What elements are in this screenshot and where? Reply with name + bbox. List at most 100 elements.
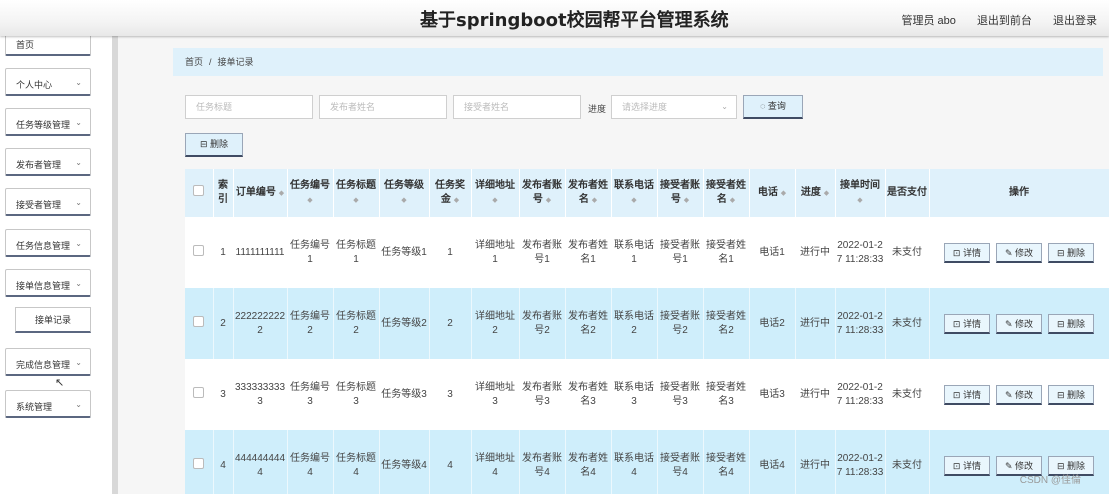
delete-button[interactable]: ⊟ 删除 [1048, 313, 1095, 334]
cell-operations: ⊡ 详情 ✎ 修改 ⊟ 删除 [929, 288, 1109, 359]
sort-icon[interactable]: ◆ [401, 197, 406, 204]
col-header[interactable]: 任务等级 ◆ [379, 169, 430, 217]
mouse-cursor-icon: ↖ [55, 377, 65, 389]
sort-icon[interactable]: ◆ [857, 197, 862, 204]
cell-task-no: 任务编号1 [287, 217, 334, 288]
col-header: 索引 [213, 169, 234, 217]
sidebar-item-order-info[interactable]: 接单信息管理 ⌄ [5, 269, 91, 297]
table-row: 1 1111111111 任务编号1 任务标题1 任务等级1 1 详细地址1 发布者账号1 发布… [185, 217, 1109, 288]
delete-batch-button[interactable]: ⊟ 删除 [185, 133, 243, 157]
edit-button[interactable]: ✎ 修改 [995, 242, 1043, 263]
cell-rec-name: 接受者姓名4 [703, 430, 750, 494]
cell-order: 4444444444 [233, 430, 288, 494]
breadcrumb-home[interactable]: 首页 [185, 57, 203, 67]
checkbox-icon [193, 457, 205, 469]
sidebar-subitem-order-record[interactable]: 接单记录 [15, 307, 91, 333]
sidebar-item-personal-center[interactable]: 个人中心 ⌄ [5, 68, 91, 96]
row-checkbox[interactable] [185, 288, 214, 359]
col-header[interactable]: 任务编号 ◆ [287, 169, 334, 217]
chevron-down-icon: ⌄ [75, 358, 82, 367]
chevron-down-icon: ⌄ [75, 118, 82, 127]
col-header[interactable]: 接受者姓名 ◆ [703, 169, 750, 217]
sidebar-item-task-level[interactable]: 任务等级管理 ⌄ [5, 108, 91, 136]
cell-address: 详细地址4 [471, 430, 520, 494]
sidebar-item-receiver[interactable]: 接受者管理 ⌄ [5, 188, 91, 216]
sort-icon[interactable]: ◆ [307, 197, 312, 204]
sidebar-item-completion-info[interactable]: 完成信息管理 ⌄ [5, 348, 91, 376]
cell-task-no: 任务编号4 [287, 430, 334, 494]
publisher-name-search-input[interactable]: 发布者姓名 [319, 95, 447, 119]
table-header-row: 索引 订单编号 ◆ 任务编号 ◆ 任务标题 ◆ 任务等级 ◆ 任务奖金 ◆ 详细… [185, 169, 1109, 217]
logout-link[interactable]: 退出登录 [1053, 15, 1097, 27]
cell-time: 2022-01-27 11:28:33 [835, 217, 886, 288]
cell-reward: 1 [429, 217, 472, 288]
sort-icon[interactable]: ◆ [454, 197, 459, 204]
row-checkbox[interactable] [185, 217, 214, 288]
col-header[interactable]: 电话 ◆ [749, 169, 796, 217]
col-header[interactable]: 任务标题 ◆ [333, 169, 380, 217]
cell-contact: 联系电话2 [611, 288, 658, 359]
cell-rec-name: 接受者姓名3 [703, 359, 750, 430]
col-header[interactable]: 发布者姓名 ◆ [565, 169, 612, 217]
cell-pub-acct: 发布者账号1 [519, 217, 566, 288]
edit-button[interactable]: ✎ 修改 [995, 313, 1043, 334]
back-to-front-link[interactable]: 退出到前台 [977, 15, 1032, 27]
sort-icon[interactable]: ◆ [279, 190, 284, 197]
progress-select[interactable]: 请选择进度 ⌄ [611, 95, 737, 119]
col-header[interactable]: 进度 ◆ [795, 169, 836, 217]
cell-paid: 未支付 [885, 217, 930, 288]
sort-icon[interactable]: ◆ [824, 190, 829, 197]
checkbox-icon [193, 244, 205, 256]
col-header-label: 接受者账号 [660, 179, 700, 205]
sort-icon[interactable]: ◆ [492, 197, 497, 204]
sidebar-item-publisher[interactable]: 发布者管理 ⌄ [5, 148, 91, 176]
sort-icon[interactable]: ◆ [684, 197, 689, 204]
sort-icon[interactable]: ◆ [781, 190, 786, 197]
col-header[interactable]: 详细地址 ◆ [471, 169, 520, 217]
query-button[interactable]: ◌ 查询 [743, 95, 803, 119]
col-header[interactable]: 任务奖金 ◆ [429, 169, 472, 217]
detail-button[interactable]: ⊡ 详情 [943, 242, 990, 263]
col-header-label: 联系电话 [614, 179, 654, 191]
cell-idx: 1 [213, 217, 234, 288]
sort-icon[interactable]: ◆ [730, 197, 735, 204]
col-header[interactable]: 发布者账号 ◆ [519, 169, 566, 217]
delete-button[interactable]: ⊟ 删除 [1048, 384, 1095, 405]
chevron-down-icon: ⌄ [75, 279, 82, 288]
cell-progress: 进行中 [795, 217, 836, 288]
sort-icon[interactable]: ◆ [353, 197, 358, 204]
detail-button[interactable]: ⊡ 详情 [943, 455, 990, 476]
select-all-checkbox[interactable] [185, 169, 214, 217]
app-title: 基于springboot校园帮平台管理系统 [420, 10, 729, 31]
sort-icon[interactable]: ◆ [546, 197, 551, 204]
col-header-label: 接单时间 [840, 179, 880, 191]
detail-button[interactable]: ⊡ 详情 [943, 384, 990, 405]
sort-icon[interactable]: ◆ [631, 197, 636, 204]
col-header-label: 详细地址 [475, 179, 515, 191]
row-checkbox[interactable] [185, 430, 214, 494]
cell-pub-acct: 发布者账号3 [519, 359, 566, 430]
table-row: 4 4444444444 任务编号4 任务标题4 任务等级4 4 详细地址4 发布者账号4 发布… [185, 430, 1109, 494]
col-header-label: 进度 [800, 186, 821, 198]
col-header[interactable]: 联系电话 ◆ [611, 169, 658, 217]
cell-idx: 2 [213, 288, 234, 359]
task-title-search-input[interactable]: 任务标题 [185, 95, 313, 119]
sort-icon[interactable]: ◆ [592, 197, 597, 204]
row-checkbox[interactable] [185, 359, 214, 430]
edit-button[interactable]: ✎ 修改 [995, 384, 1043, 405]
delete-button[interactable]: ⊟ 删除 [1048, 242, 1095, 263]
sidebar-item-system[interactable]: 系统管理 ⌄ [5, 390, 91, 418]
cell-time: 2022-01-27 11:28:33 [835, 430, 886, 494]
receiver-name-search-input[interactable]: 接受者姓名 [453, 95, 581, 119]
chevron-down-icon: ⌄ [75, 400, 82, 409]
sidebar-item-task-info[interactable]: 任务信息管理 ⌄ [5, 229, 91, 257]
col-header[interactable]: 接受者账号 ◆ [657, 169, 704, 217]
cell-reward: 2 [429, 288, 472, 359]
col-header[interactable]: 接单时间 ◆ [835, 169, 886, 217]
cell-rec-acct: 接受者账号4 [657, 430, 704, 494]
detail-button[interactable]: ⊡ 详情 [943, 313, 990, 334]
cell-task-title: 任务标题1 [333, 217, 380, 288]
cell-phone: 电话2 [749, 288, 796, 359]
col-header[interactable]: 订单编号 ◆ [233, 169, 288, 217]
progress-select-placeholder: 请选择进度 [622, 102, 668, 112]
